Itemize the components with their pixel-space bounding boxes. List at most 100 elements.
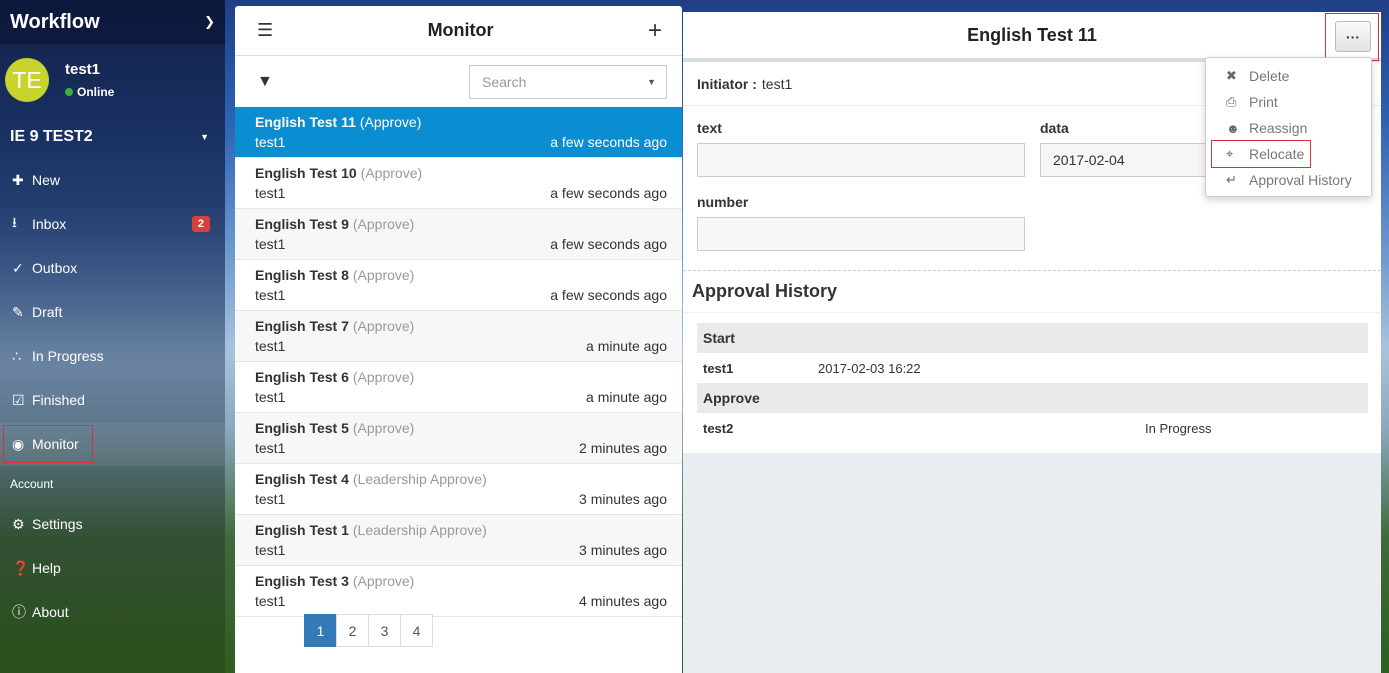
brand-bar[interactable]: Workflow ❯ (0, 0, 225, 44)
menu-item-reassign[interactable]: ☻ Reassign (1206, 115, 1371, 141)
gear-icon: ⚙ (12, 515, 25, 532)
item-user: test1 (255, 287, 286, 303)
sidebar: Workflow ❯ TE test1 Online IE 9 TEST2 ▼ … (0, 0, 225, 673)
list-item[interactable]: English Test 1 (Leadership Approve) test1… (235, 515, 682, 566)
org-name: IE 9 TEST2 (10, 128, 93, 145)
item-user: test1 (255, 542, 286, 558)
more-actions-menu: ✖ Delete ⎙ Print ☻ Reassign ⌖ Relocate ↵… (1205, 57, 1372, 197)
item-name: English Test 10 (255, 165, 357, 181)
item-step: (Approve) (359, 114, 422, 130)
item-time: 2 minutes ago (579, 440, 667, 456)
item-name: English Test 7 (255, 318, 349, 334)
user-icon: ☻ (1226, 120, 1240, 136)
user-status: Online (65, 85, 114, 99)
nav-item-finished[interactable]: ☑ Finished (0, 378, 225, 422)
workflow-list: English Test 11 (Approve) test1 a few seco… (235, 107, 682, 617)
item-time: 3 minutes ago (579, 542, 667, 558)
detail-title: English Test 11 (967, 24, 1097, 45)
item-name: English Test 1 (255, 522, 349, 538)
initiator-value: test1 (761, 75, 793, 92)
menu-item-delete[interactable]: ✖ Delete (1206, 63, 1371, 89)
list-item[interactable]: English Test 8 (Approve) test1 a few secon… (235, 260, 682, 311)
inbox-icon: ⭳ (12, 214, 17, 230)
help-icon: ❓ (12, 559, 30, 576)
nav-item-about[interactable]: ⓘ About (0, 590, 225, 634)
item-user: test1 (255, 185, 286, 201)
edit-icon: ✎ (12, 303, 24, 320)
approval-history-title: Approval History (683, 271, 1381, 313)
spinner-icon: ∴ (12, 347, 21, 364)
history-user: test2 (703, 420, 734, 436)
item-time: a minute ago (586, 389, 667, 405)
hamburger-menu-icon[interactable]: ☰ (257, 20, 273, 41)
item-time: 3 minutes ago (579, 491, 667, 507)
item-user: test1 (255, 338, 286, 354)
page-button-2[interactable]: 2 (336, 614, 369, 647)
page-button-3[interactable]: 3 (368, 614, 401, 647)
item-name: English Test 5 (255, 420, 349, 436)
history-status: In Progress (1145, 420, 1212, 436)
nav-item-inbox[interactable]: ⭳ Inbox 2 (0, 202, 225, 246)
nav-label: Settings (32, 516, 83, 532)
nav-item-new[interactable]: ✚ New (0, 158, 225, 202)
item-time: a few seconds ago (550, 134, 667, 150)
menu-item-label: Approval History (1249, 172, 1352, 188)
chevron-down-icon[interactable]: ❯ (204, 14, 215, 30)
info-icon: ⓘ (12, 604, 26, 620)
account-section-label: Account (10, 477, 54, 491)
list-item[interactable]: English Test 7 (Approve) test1 a minute ag… (235, 311, 682, 362)
item-step: (Leadership Approve) (352, 522, 487, 538)
item-name: English Test 9 (255, 216, 349, 232)
list-item[interactable]: English Test 11 (Approve) test1 a few seco… (235, 107, 682, 158)
item-step: (Approve) (352, 369, 415, 385)
nav-item-draft[interactable]: ✎ Draft (0, 290, 225, 334)
text-field[interactable] (697, 143, 1025, 177)
nav-label: In Progress (32, 348, 104, 364)
double-check-icon: ✓ (12, 259, 24, 276)
history-step-start: Start (697, 323, 1368, 353)
item-step: (Leadership Approve) (352, 471, 487, 487)
item-step: (Approve) (352, 573, 415, 589)
nav-item-settings[interactable]: ⚙ Settings (0, 502, 225, 546)
nav-label: Finished (32, 392, 85, 408)
list-item[interactable]: English Test 6 (Approve) test1 a minute ag… (235, 362, 682, 413)
item-name: English Test 3 (255, 573, 349, 589)
item-step: (Approve) (360, 165, 423, 181)
user-panel: TE test1 Online (0, 44, 225, 116)
filter-bar: ▼ Search ▼ (235, 56, 682, 107)
add-icon[interactable]: + (648, 17, 662, 45)
online-dot-icon (65, 88, 73, 96)
nav-label: Outbox (32, 260, 78, 276)
history-user: test1 (703, 360, 734, 376)
list-header: ☰ Monitor + (235, 6, 682, 56)
nav-item-help[interactable]: ❓ Help (0, 546, 225, 590)
list-item[interactable]: English Test 3 (Approve) test1 4 minutes a… (235, 566, 682, 617)
page-button-4[interactable]: 4 (400, 614, 433, 647)
item-user: test1 (255, 134, 286, 150)
history-row: test1 2017-02-03 16:22 (697, 353, 1368, 383)
list-title: Monitor (427, 20, 494, 40)
search-placeholder: Search (482, 73, 527, 90)
pagination: 1 2 3 4 (304, 614, 433, 647)
history-icon: ↵ (1226, 172, 1237, 187)
nav-item-outbox[interactable]: ✓ Outbox (0, 246, 225, 290)
page-button-1[interactable]: 1 (304, 614, 337, 647)
number-field-label: number (697, 194, 749, 210)
checkbox-icon: ☑ (12, 391, 25, 408)
list-item[interactable]: English Test 9 (Approve) test1 a few secon… (235, 209, 682, 260)
caret-down-icon: ▼ (200, 132, 209, 142)
list-item[interactable]: English Test 10 (Approve) test1 a few seco… (235, 158, 682, 209)
nav-label: New (32, 172, 61, 188)
list-item[interactable]: English Test 5 (Approve) test1 2 minutes a… (235, 413, 682, 464)
monitor-highlight-outline (3, 425, 93, 463)
menu-item-approval-history[interactable]: ↵ Approval History (1206, 167, 1371, 193)
filter-icon[interactable]: ▼ (257, 73, 273, 91)
nav-item-in-progress[interactable]: ∴ In Progress (0, 334, 225, 378)
search-select[interactable]: Search ▼ (469, 64, 667, 99)
nav-label: Inbox (32, 216, 67, 232)
number-field[interactable] (697, 217, 1025, 251)
menu-item-print[interactable]: ⎙ Print (1206, 89, 1371, 115)
org-selector[interactable]: IE 9 TEST2 ▼ (0, 116, 225, 158)
list-item[interactable]: English Test 4 (Leadership Approve) test1… (235, 464, 682, 515)
item-time: a few seconds ago (550, 185, 667, 201)
